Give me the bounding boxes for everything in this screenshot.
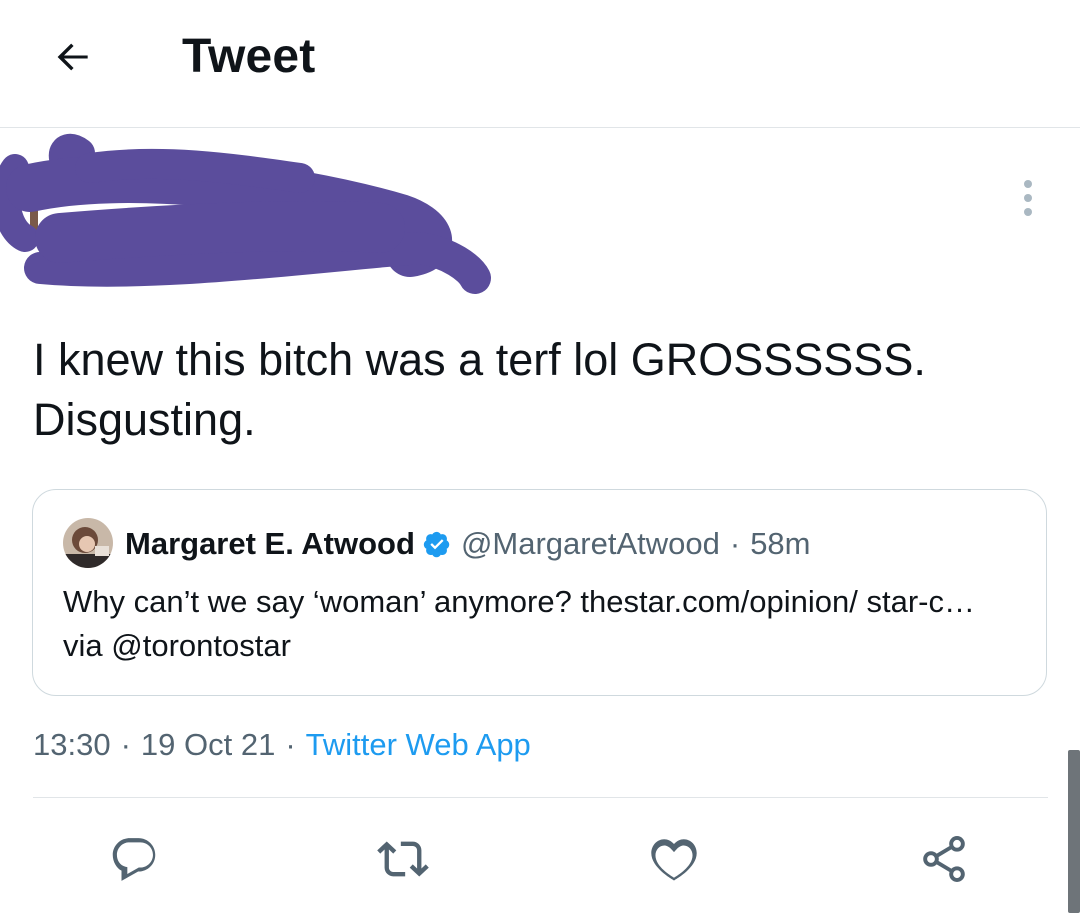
- quoted-author-handle[interactable]: @MargaretAtwood: [461, 526, 720, 562]
- quoted-tweet-text: Why can’t we say ‘woman’ anymore? thesta…: [63, 584, 975, 663]
- quoted-tweet-card[interactable]: Margaret E. Atwood @MargaretAtwood · 58m…: [32, 489, 1047, 696]
- quoted-tweet-header: Margaret E. Atwood @MargaretAtwood · 58m: [125, 522, 811, 566]
- tweet-time[interactable]: 13:30: [33, 727, 111, 763]
- quoted-author-avatar[interactable]: [63, 518, 113, 568]
- reply-icon: [112, 838, 156, 881]
- retweet-icon: [377, 841, 429, 877]
- quoted-author-name[interactable]: Margaret E. Atwood: [125, 526, 415, 562]
- separator-dot: ·: [285, 727, 296, 762]
- tweet-text: I knew this bitch was a terf lol GROSSSS…: [33, 334, 926, 445]
- share-button[interactable]: [915, 830, 973, 888]
- more-vertical-icon: [1024, 180, 1032, 216]
- quoted-tweet-time[interactable]: 58m: [750, 526, 810, 562]
- arrow-left-icon: [57, 43, 88, 71]
- retweet-button[interactable]: [374, 830, 432, 888]
- redacted-author-scribble: [0, 134, 491, 294]
- like-button[interactable]: [645, 830, 703, 888]
- like-icon: [651, 839, 697, 881]
- page-title: Tweet: [182, 30, 316, 83]
- tweet-date[interactable]: 19 Oct 21: [141, 727, 275, 763]
- divider: [33, 797, 1048, 798]
- more-options-button[interactable]: [1004, 174, 1052, 222]
- share-icon: [923, 836, 965, 882]
- tweet-metadata: 13:30 · 19 Oct 21 · Twitter Web App: [33, 722, 531, 768]
- separator-dot: ·: [729, 526, 741, 561]
- reply-button[interactable]: [105, 830, 163, 888]
- separator-dot: ·: [120, 727, 131, 762]
- back-button[interactable]: [44, 28, 102, 86]
- verified-badge-icon: [423, 530, 451, 558]
- top-bar: Tweet: [0, 0, 1080, 128]
- scrollbar[interactable]: [1068, 750, 1080, 913]
- tweet-source-link[interactable]: Twitter Web App: [306, 727, 531, 763]
